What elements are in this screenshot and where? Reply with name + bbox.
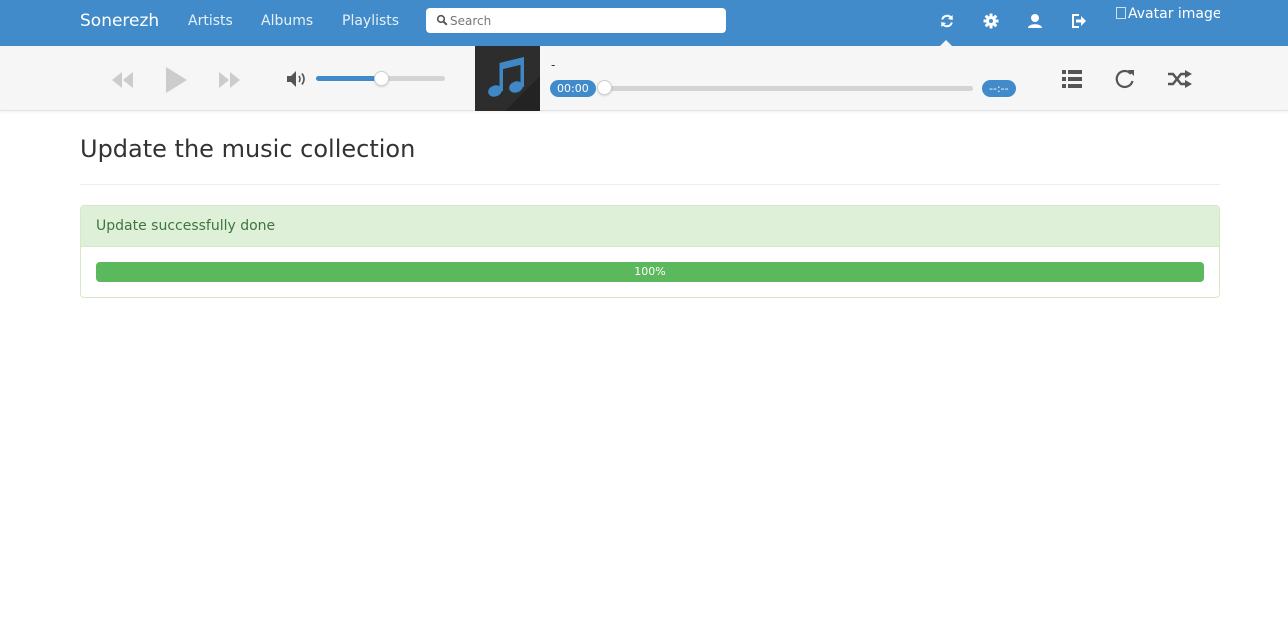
top-navbar: Sonerezh Artists Albums Playlists Search… xyxy=(0,0,1288,46)
update-progress-fill: 100% xyxy=(96,262,1204,282)
nav-link-playlists[interactable]: Playlists xyxy=(342,13,399,29)
brand-link[interactable]: Sonerezh xyxy=(80,11,159,31)
logout-icon[interactable] xyxy=(1070,12,1088,30)
search-icon xyxy=(436,14,448,26)
page-title: Update the music collection xyxy=(80,135,416,163)
nav-link-albums[interactable]: Albums xyxy=(261,13,313,29)
music-note-icon xyxy=(488,57,540,111)
nav-link-artists[interactable]: Artists xyxy=(188,13,233,29)
title-divider xyxy=(80,184,1220,185)
track-progress-slider[interactable] xyxy=(600,86,973,91)
album-cover xyxy=(475,46,540,111)
gear-icon[interactable] xyxy=(982,12,1000,30)
previous-track-icon[interactable] xyxy=(112,72,134,88)
search-box xyxy=(426,8,726,33)
volume-slider[interactable] xyxy=(316,71,445,86)
repeat-icon[interactable] xyxy=(1114,68,1136,90)
avatar-alt-text: Avatar image xyxy=(1128,6,1220,22)
duration-badge: --:-- xyxy=(982,80,1016,97)
broken-image-icon xyxy=(1116,7,1126,19)
volume-level xyxy=(316,76,381,81)
player-bar: - 00:00 --:-- xyxy=(0,46,1288,111)
next-track-icon[interactable] xyxy=(218,72,240,88)
track-progress-handle[interactable] xyxy=(597,80,612,95)
refresh-icon[interactable] xyxy=(938,12,956,30)
volume-handle[interactable] xyxy=(373,71,389,86)
update-status-panel: Update successfully done 100% xyxy=(80,205,1220,298)
shuffle-icon[interactable] xyxy=(1168,70,1192,88)
user-icon[interactable] xyxy=(1026,12,1044,30)
status-message: Update successfully done xyxy=(81,206,1219,247)
avatar[interactable]: Avatar image xyxy=(1116,6,1220,28)
queue-list-icon[interactable] xyxy=(1062,70,1082,88)
update-progress-bar: 100% xyxy=(96,262,1204,282)
search-input[interactable] xyxy=(450,11,720,30)
play-icon[interactable] xyxy=(164,66,188,94)
current-time-badge: 00:00 xyxy=(550,80,596,97)
volume-icon[interactable] xyxy=(287,71,309,87)
track-title: - xyxy=(551,58,556,72)
